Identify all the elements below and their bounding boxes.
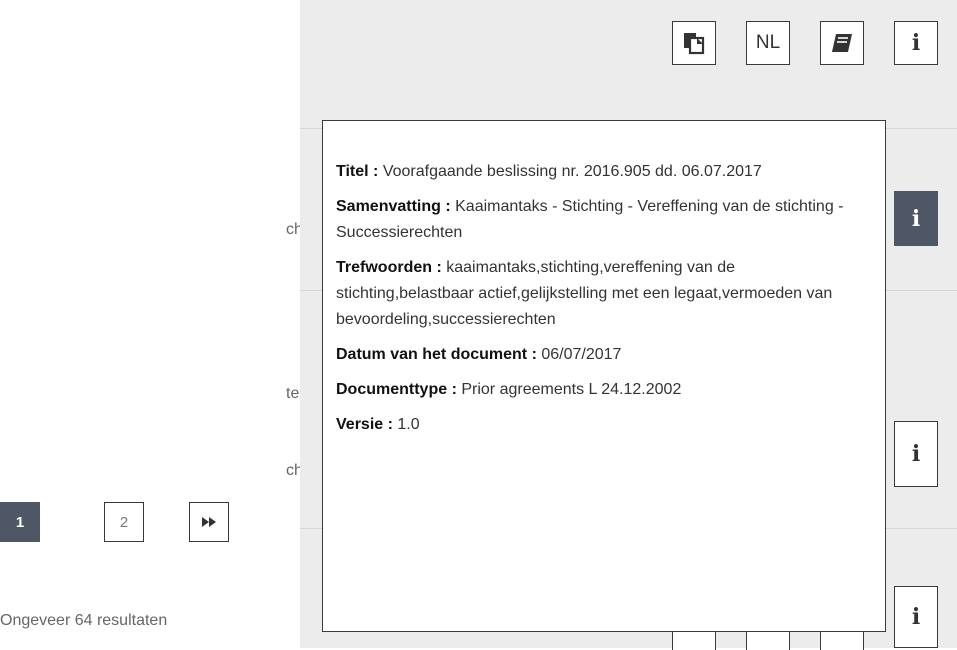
tooltip-key: Titel : (336, 163, 379, 180)
copy-document-button[interactable] (672, 21, 716, 65)
tooltip-date: Datum van het document : 06/07/2017 (336, 342, 873, 368)
page-2-button[interactable]: 2 (104, 502, 144, 542)
info-icon: i (911, 604, 921, 630)
tooltip-keywords: Trefwoorden : kaaimantaks,stichting,vere… (336, 255, 873, 333)
tooltip-version: Versie : 1.0 (336, 412, 873, 438)
tooltip-value: Voorafgaande beslissing nr. 2016.905 dd.… (378, 163, 762, 180)
info-icon: i (911, 205, 921, 232)
result-text-fragment: ter (286, 385, 300, 402)
tooltip-key: Datum van het document : (336, 346, 537, 363)
fast-forward-icon (202, 517, 216, 527)
book-icon (832, 34, 852, 52)
language-label: NL (755, 32, 781, 53)
tooltip-key: Documenttype : (336, 381, 457, 398)
tooltip-key: Trefwoorden : (336, 259, 442, 276)
tooltip-title: Titel : Voorafgaande beslissing nr. 2016… (336, 159, 873, 185)
info-button[interactable]: i (894, 421, 938, 487)
result-text-fragment: cht (286, 462, 300, 479)
tooltip-summary: Samenvatting : Kaaimantaks - Stichting -… (336, 194, 873, 246)
page-1-button[interactable]: 1 (0, 502, 40, 542)
tooltip-value: 1.0 (392, 416, 420, 433)
tooltip-value: Prior agreements L 24.12.2002 (456, 381, 682, 398)
last-page-button[interactable] (189, 502, 229, 542)
tooltip-key: Versie : (336, 416, 393, 433)
info-button-active[interactable]: i (894, 191, 938, 246)
info-button[interactable]: i (894, 586, 938, 648)
info-icon: i (911, 30, 921, 56)
result-text-fragment: cht (286, 221, 300, 238)
document-info-tooltip: Titel : Voorafgaande beslissing nr. 2016… (322, 120, 886, 632)
info-button[interactable]: i (894, 21, 938, 65)
info-icon: i (911, 441, 921, 467)
results-count: Ongeveer 64 resultaten (0, 612, 168, 629)
tooltip-key: Samenvatting : (336, 198, 451, 215)
book-button[interactable] (820, 21, 864, 65)
tooltip-value: 06/07/2017 (536, 346, 622, 363)
tooltip-doctype: Documenttype : Prior agreements L 24.12.… (336, 377, 873, 403)
copy-icon (684, 33, 705, 55)
language-button[interactable]: NL (746, 21, 790, 65)
